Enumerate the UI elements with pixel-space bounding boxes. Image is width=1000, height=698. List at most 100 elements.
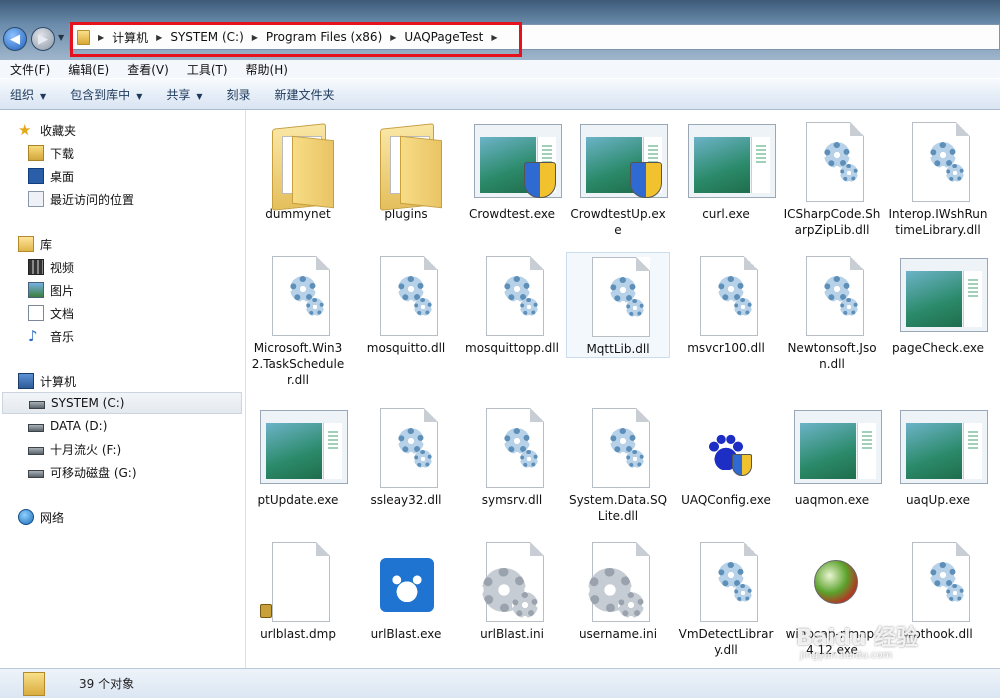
burn-button[interactable]: 刻录 xyxy=(217,86,259,103)
file-item[interactable]: plugins xyxy=(354,118,458,222)
file-name: uaqmon.exe xyxy=(794,493,870,507)
nav-label: 可移动磁盘 (G:) xyxy=(50,465,137,480)
application-icon xyxy=(898,252,988,340)
menu-edit[interactable]: 编辑(E) xyxy=(58,61,117,78)
file-item[interactable]: mosquitto.dll xyxy=(354,252,458,356)
menu-file[interactable]: 文件(F) xyxy=(0,61,58,78)
forward-button[interactable]: ▶ xyxy=(31,27,55,51)
navigation-pane: ★ 收藏夹 下载 桌面 最近访问的位置 库 视频 图片 文档 ♪ 音乐 计算机 SY… xyxy=(0,110,246,668)
breadcrumb-program-files[interactable]: Program Files (x86) xyxy=(266,30,382,44)
drive-icon xyxy=(29,401,45,409)
file-item[interactable]: ssleay32.dll xyxy=(354,404,458,508)
nav-recent[interactable]: 最近访问的位置 xyxy=(28,188,134,210)
dll-gear-icon xyxy=(366,252,446,340)
file-item[interactable]: VmDetectLibrary.dll xyxy=(674,538,778,658)
file-item[interactable]: uaqmon.exe xyxy=(780,404,884,508)
address-bar[interactable]: ▶ 计算机 ▶ SYSTEM (C:) ▶ Program Files (x86… xyxy=(69,24,1000,50)
file-item[interactable]: symsrv.dll xyxy=(460,404,564,508)
organize-label: 组织 xyxy=(10,87,35,102)
nav-drive-g[interactable]: 可移动磁盘 (G:) xyxy=(28,461,137,483)
installer-icon xyxy=(792,538,872,626)
file-item[interactable]: Newtonsoft.Json.dll xyxy=(780,252,884,372)
file-item[interactable]: username.ini xyxy=(566,538,670,642)
dll-gear-icon xyxy=(578,404,658,492)
nav-favorites[interactable]: ★ 收藏夹 xyxy=(18,119,76,141)
menu-view[interactable]: 查看(V) xyxy=(117,61,177,78)
file-name: pageCheck.exe xyxy=(892,341,984,355)
file-item[interactable]: Crowdtest.exe xyxy=(460,118,564,222)
file-item[interactable]: CrowdtestUp.exe xyxy=(566,118,670,238)
nav-drive-d[interactable]: DATA (D:) xyxy=(28,415,107,437)
file-item[interactable]: MqttLib.dll xyxy=(566,252,670,358)
breadcrumb-arrow-icon[interactable]: ▶ xyxy=(98,33,104,42)
nav-documents[interactable]: 文档 xyxy=(28,302,74,324)
file-item[interactable]: ptUpdate.exe xyxy=(246,404,350,508)
desktop-icon xyxy=(28,168,44,184)
file-item[interactable]: msvcr100.dll xyxy=(674,252,778,356)
nav-music[interactable]: ♪ 音乐 xyxy=(28,325,74,347)
file-name: uaqUp.exe xyxy=(905,493,971,507)
menu-help[interactable]: 帮助(H) xyxy=(236,61,296,78)
folder-icon xyxy=(23,671,45,696)
include-in-library-button[interactable]: 包含到库中 ▼ xyxy=(60,86,150,103)
nav-label: 音乐 xyxy=(50,329,75,344)
nav-computer[interactable]: 计算机 xyxy=(18,370,76,392)
breadcrumb-arrow-icon[interactable]: ▶ xyxy=(252,33,258,42)
file-name: ICSharpCode.SharpZipLib.dll xyxy=(783,207,881,237)
file-item[interactable]: urlBlast.exe xyxy=(354,538,458,642)
drive-icon xyxy=(28,424,44,432)
recent-pages-dropdown-icon[interactable]: ▼ xyxy=(58,33,64,42)
file-item[interactable]: wpthook.dll xyxy=(886,538,990,642)
application-icon xyxy=(686,118,776,206)
file-item[interactable]: Microsoft.Win32.TaskScheduler.dll xyxy=(246,252,350,388)
file-name: System.Data.SQLite.dll xyxy=(568,493,668,523)
nav-videos[interactable]: 视频 xyxy=(28,256,74,278)
nav-drive-f[interactable]: 十月流火 (F:) xyxy=(28,438,121,460)
file-item[interactable]: winpcap-nmap-4.12.exe xyxy=(780,538,884,658)
breadcrumb-system-c[interactable]: SYSTEM (C:) xyxy=(170,30,243,44)
settings-file-icon xyxy=(578,538,658,626)
new-folder-button[interactable]: 新建文件夹 xyxy=(265,86,343,103)
nav-libraries[interactable]: 库 xyxy=(18,233,52,255)
file-item[interactable]: urlBlast.ini xyxy=(460,538,564,642)
file-item[interactable]: uaqUp.exe xyxy=(886,404,990,508)
file-item[interactable]: curl.exe xyxy=(674,118,778,222)
nav-label: 库 xyxy=(40,237,53,252)
file-name: dummynet xyxy=(265,207,331,221)
dll-gear-icon xyxy=(258,252,338,340)
back-button[interactable]: ◀ xyxy=(3,27,27,51)
nav-desktop[interactable]: 桌面 xyxy=(28,165,74,187)
file-name: plugins xyxy=(384,207,428,221)
nav-drive-c[interactable]: SYSTEM (C:) xyxy=(2,392,242,414)
file-name: urlBlast.ini xyxy=(480,627,544,641)
file-item[interactable]: System.Data.SQLite.dll xyxy=(566,404,670,524)
file-item[interactable]: mosquittopp.dll xyxy=(460,252,564,356)
include-label: 包含到库中 xyxy=(70,87,131,102)
file-name: ptUpdate.exe xyxy=(257,493,339,507)
breadcrumb-arrow-icon[interactable]: ▶ xyxy=(491,33,497,42)
file-item[interactable]: UAQConfig.exe xyxy=(674,404,778,508)
application-icon xyxy=(258,404,348,492)
breadcrumb-arrow-icon[interactable]: ▶ xyxy=(156,33,162,42)
breadcrumb-uaqpagetest[interactable]: UAQPageTest xyxy=(404,30,483,44)
file-item[interactable]: Interop.IWshRuntimeLibrary.dll xyxy=(886,118,990,238)
music-note-icon: ♪ xyxy=(28,327,38,345)
share-button[interactable]: 共享 ▼ xyxy=(156,86,210,103)
nav-downloads[interactable]: 下载 xyxy=(28,142,74,164)
video-icon xyxy=(28,259,44,275)
dll-gear-icon xyxy=(686,538,766,626)
menu-tools[interactable]: 工具(T) xyxy=(177,61,236,78)
settings-file-icon xyxy=(472,538,552,626)
file-item[interactable]: pageCheck.exe xyxy=(886,252,990,356)
nav-pictures[interactable]: 图片 xyxy=(28,279,74,301)
organize-button[interactable]: 组织 ▼ xyxy=(0,86,54,103)
nav-label: 最近访问的位置 xyxy=(50,192,135,207)
file-item[interactable]: urlblast.dmp xyxy=(246,538,350,642)
file-item[interactable]: dummynet xyxy=(246,118,350,222)
breadcrumb-computer[interactable]: 计算机 xyxy=(112,29,148,46)
dll-gear-icon xyxy=(472,404,552,492)
file-name: CrowdtestUp.exe xyxy=(570,207,666,237)
breadcrumb-arrow-icon[interactable]: ▶ xyxy=(390,33,396,42)
file-item[interactable]: ICSharpCode.SharpZipLib.dll xyxy=(780,118,884,238)
nav-network[interactable]: 网络 xyxy=(18,506,64,528)
